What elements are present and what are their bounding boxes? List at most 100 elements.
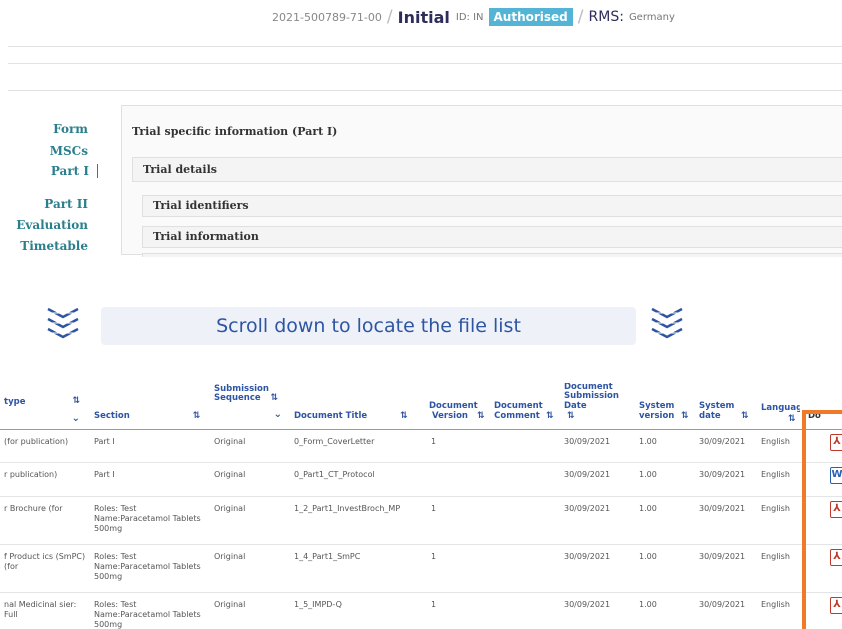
table-row[interactable]: (for publication) Part I Original 0_Form_Co… <box>0 429 842 464</box>
nav-mscs[interactable]: MSCs <box>0 144 88 158</box>
trial-code: 2021-500789-71-00 <box>272 10 382 24</box>
col-section[interactable]: Section ⇅ <box>90 383 210 431</box>
sort-icon[interactable]: ⇅ <box>681 411 689 421</box>
col-submission-sequence[interactable]: Submission Sequence ⇅ ⌄ <box>210 383 290 431</box>
cell-comment <box>490 592 560 629</box>
panel-trial-identifiers[interactable]: Trial identifiers <box>142 195 842 217</box>
sort-icon[interactable]: ⇅ <box>546 411 554 421</box>
panel-title: Trial specific information (Part I) <box>132 125 338 138</box>
cell-section: Roles: Test Name:Paracetamol Tablets 500… <box>90 592 210 629</box>
col-document-version[interactable]: Document Version ⇅ <box>425 383 490 431</box>
table-row[interactable]: r publication) Part I Original 0_Part1_CT_P… <box>0 462 842 498</box>
cell-language: English <box>757 462 800 498</box>
cell-sysdate: 30/09/2021 <box>695 544 757 594</box>
cell-sequence: Original <box>210 496 290 546</box>
col-label: Language <box>761 403 800 414</box>
cell-language: English <box>757 496 800 546</box>
table-row[interactable]: r Brochure (for Roles: Test Name:Paraceta… <box>0 496 842 546</box>
cell-section: Roles: Test Name:Paracetamol Tablets 500… <box>90 496 210 546</box>
cell-section: Part I <box>90 462 210 498</box>
chevron-down-icon[interactable]: ⌄ <box>274 409 282 420</box>
rms-country: Germany <box>628 11 675 23</box>
chevron-down-icon[interactable]: ⌄ <box>72 413 80 424</box>
cell-sequence: Original <box>210 429 290 464</box>
col-label: type <box>4 397 26 408</box>
sort-icon[interactable]: ⇅ <box>400 411 408 421</box>
divider <box>8 46 842 47</box>
col-system-version[interactable]: System version ⇅ <box>635 383 695 431</box>
scroll-down-icon <box>47 307 79 339</box>
separator: / <box>577 7 584 27</box>
col-label: System version <box>639 401 675 421</box>
documents-table: type ⇅ ⌄ Section ⇅ Submission Sequence ⇅… <box>0 383 842 629</box>
col-document-comment[interactable]: Document Comment ⇅ <box>490 383 560 431</box>
status-badge: Authorised <box>488 8 573 26</box>
cell-sequence: Original <box>210 592 290 629</box>
cell-comment <box>490 544 560 594</box>
trial-header: 2021-500789-71-00 / Initial ID: IN Autho… <box>272 6 675 28</box>
divider <box>8 90 842 91</box>
nav-form[interactable]: Form <box>0 122 88 136</box>
cell-title: 1_2_Part1_InvestBroch_MP <box>290 496 425 546</box>
cell-subdate: 30/09/2021 <box>560 462 635 498</box>
sort-icon[interactable]: ⇅ <box>741 411 749 421</box>
table-row[interactable]: nal Medicinal sier: Full Roles: Test Name… <box>0 592 842 629</box>
cell-sequence: Original <box>210 544 290 594</box>
cell-comment <box>490 462 560 498</box>
cell-type: nal Medicinal sier: Full <box>0 592 90 629</box>
sort-icon[interactable]: ⇅ <box>788 414 796 424</box>
scroll-down-icon <box>651 307 683 339</box>
cell-language: English <box>757 544 800 594</box>
sort-icon[interactable]: ⇅ <box>477 411 485 421</box>
sort-icon[interactable]: ⇅ <box>270 393 278 403</box>
panel-partial <box>142 253 842 257</box>
table-header-row: type ⇅ ⌄ Section ⇅ Submission Sequence ⇅… <box>0 383 842 431</box>
nav-timetable[interactable]: Timetable <box>0 239 88 253</box>
cell-section: Part I <box>90 429 210 464</box>
cell-comment <box>490 429 560 464</box>
sort-icon[interactable]: ⇅ <box>72 396 80 406</box>
nav-part-i[interactable]: Part I <box>0 164 98 178</box>
cell-sysver: 1.00 <box>635 429 695 464</box>
cell-title: 1_5_IMPD-Q <box>290 592 425 629</box>
cell-sysdate: 30/09/2021 <box>695 462 757 498</box>
cell-version: 1 <box>425 544 490 594</box>
sort-icon[interactable]: ⇅ <box>193 411 201 421</box>
cell-sysdate: 30/09/2021 <box>695 496 757 546</box>
cell-version <box>425 462 490 498</box>
table-row[interactable]: f Product ics (SmPC) (for Roles: Test Nam… <box>0 544 842 594</box>
col-system-date[interactable]: System date ⇅ <box>695 383 757 431</box>
cell-comment <box>490 496 560 546</box>
cell-subdate: 30/09/2021 <box>560 592 635 629</box>
highlight-box <box>802 410 842 629</box>
col-label: Submission Sequence <box>214 384 269 404</box>
cell-title: 1_4_Part1_SmPC <box>290 544 425 594</box>
col-type[interactable]: type ⇅ ⌄ <box>0 383 90 431</box>
panel-title: Trial information <box>153 230 259 243</box>
cell-type: (for publication) <box>0 429 90 464</box>
panel-trial-details[interactable]: Trial details <box>132 157 842 182</box>
col-label: Document Comment <box>494 401 543 421</box>
cell-subdate: 30/09/2021 <box>560 429 635 464</box>
col-label: Document Submission Date <box>564 383 619 411</box>
col-label: Document Title <box>294 411 368 422</box>
cell-sysver: 1.00 <box>635 496 695 546</box>
cell-section: Roles: Test Name:Paracetamol Tablets 500… <box>90 544 210 594</box>
panel-trial-information[interactable]: Trial information <box>142 226 842 248</box>
col-document-title[interactable]: Document Title ⇅ <box>290 383 425 431</box>
cell-sequence: Original <box>210 462 290 498</box>
col-language[interactable]: Language ⇅ <box>757 383 800 431</box>
cell-type: r Brochure (for <box>0 496 90 546</box>
col-label: Section <box>94 411 130 422</box>
nav-part-ii[interactable]: Part II <box>0 197 88 211</box>
cell-version: 1 <box>425 592 490 629</box>
col-label: System date <box>699 401 735 421</box>
nav-evaluation[interactable]: Evaluation <box>0 218 88 232</box>
col-document-submission-date[interactable]: Document Submission Date ⇅ <box>560 383 635 431</box>
cell-sysver: 1.00 <box>635 592 695 629</box>
cell-version: 1 <box>425 429 490 464</box>
cell-language: English <box>757 429 800 464</box>
cell-type: f Product ics (SmPC) (for <box>0 544 90 594</box>
sort-icon[interactable]: ⇅ <box>567 411 575 421</box>
cell-sysver: 1.00 <box>635 462 695 498</box>
